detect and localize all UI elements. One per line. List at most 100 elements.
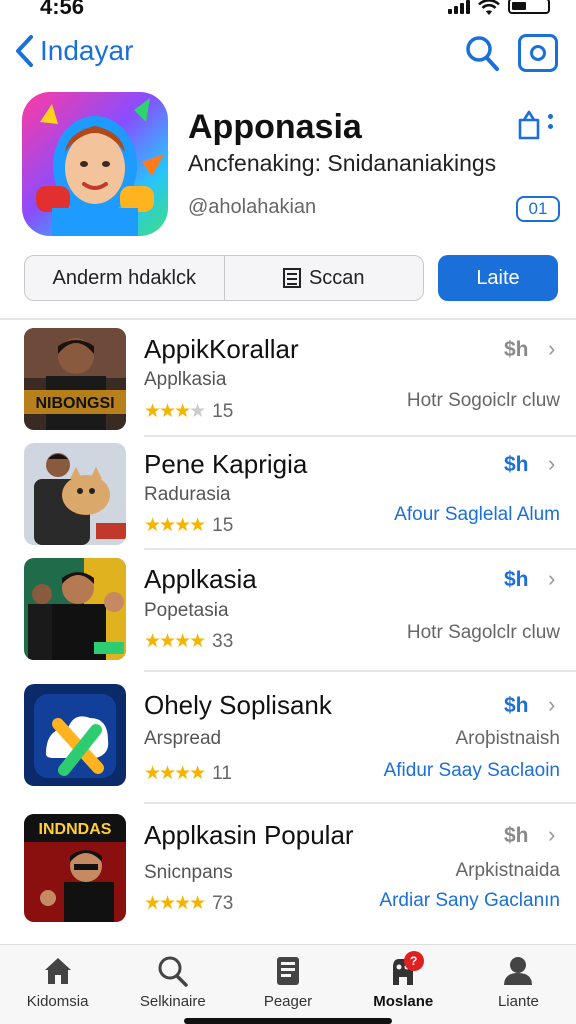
row-divider — [144, 802, 576, 804]
segment-control: Anderm hdaklck Sccan — [24, 255, 424, 301]
thumbnail-text: INDNDAS — [39, 821, 112, 838]
thumbnail-image — [24, 443, 126, 545]
app-icon — [22, 92, 168, 236]
wifi-icon — [478, 0, 500, 15]
tab-label: Peager — [263, 993, 313, 1010]
cellular-signal-icon — [448, 0, 470, 14]
chevron-left-icon — [16, 35, 33, 67]
item-title: AppikKorallar — [144, 334, 299, 364]
price-label: $h — [504, 824, 529, 847]
item-title: Ohely Soplisank — [144, 690, 332, 720]
search-icon — [466, 36, 499, 71]
price-label: $h — [504, 694, 529, 717]
tab-games[interactable]: ? Moslane — [346, 945, 461, 1024]
tab-bar: Kidomsia Selkinaire Peager ? Moslane Lia… — [0, 944, 576, 1024]
price-label: $h — [504, 338, 529, 361]
item-title: Applkasin Popular — [144, 820, 354, 850]
chevron-right-icon: › — [548, 336, 556, 361]
more-dot — [548, 124, 553, 129]
scan-button[interactable] — [518, 34, 558, 72]
scan-icon — [530, 45, 546, 61]
segment-scan-button[interactable]: Sccan — [223, 256, 424, 300]
rating-count: 33 — [212, 630, 234, 652]
item-subtitle: Popetasia — [144, 600, 229, 621]
tab-home[interactable]: Kidomsia — [0, 945, 115, 1024]
item-note: Hotr Sagolclr cluw — [406, 622, 560, 643]
item-title: Applkasia — [144, 564, 257, 594]
list-item[interactable]: Pene Kaprigia Radurasia ★★★ ★ 15 $h › Afou… — [0, 437, 576, 555]
search-button[interactable] — [464, 34, 500, 77]
segment-scan-label: Sccan — [308, 266, 365, 289]
tab-pages[interactable]: Peager — [230, 945, 345, 1024]
chevron-right-icon: › — [548, 822, 556, 847]
app-title: Apponasia — [188, 108, 362, 146]
status-time: 4:56 — [40, 0, 85, 19]
search-icon — [158, 956, 188, 987]
item-note-secondary: Aroþistnaish — [455, 728, 560, 749]
divider — [0, 318, 576, 320]
price-label: $h — [504, 453, 529, 476]
person-icon — [504, 957, 533, 985]
item-note: Hotr Sogoiclr cluw — [406, 390, 560, 411]
segment-left-label: Anderm hdaklck — [52, 266, 196, 289]
rating-stars: ★★★ ★ 15 — [144, 400, 234, 423]
thumbnail-image: NIBONGSI — [24, 328, 126, 430]
item-note[interactable]: Ardiar Sany Gaclanın — [379, 890, 560, 912]
rating-count: 15 — [212, 514, 234, 536]
notification-badge: ? — [403, 951, 424, 971]
battery-icon — [508, 0, 550, 14]
tab-profile[interactable]: Liante — [461, 945, 576, 1024]
row-divider — [144, 670, 576, 672]
tab-search[interactable]: Selkinaire — [115, 945, 230, 1024]
tab-label: Moslane — [373, 993, 434, 1010]
bag-icon — [518, 110, 540, 140]
rating-stars: ★★★ ★ 11 — [144, 762, 232, 785]
rating-stars: ★★★ ★ 73 — [144, 892, 234, 915]
item-subtitle: Radurasia — [144, 484, 231, 505]
document-icon — [277, 957, 299, 985]
rating-count: 11 — [212, 762, 232, 784]
more-dot — [548, 114, 553, 119]
home-indicator — [184, 1018, 392, 1024]
rating-stars: ★★★ ★ 15 — [144, 514, 234, 537]
thumbnail-image — [24, 558, 126, 660]
status-icons — [448, 0, 550, 16]
chevron-right-icon: › — [548, 692, 556, 717]
item-note[interactable]: Afour Saglelal Alum — [394, 504, 560, 526]
item-note[interactable]: Afidur Saay Saclaoin — [384, 760, 560, 782]
row-divider — [144, 548, 576, 550]
nav-bar: Indayar — [0, 30, 576, 80]
back-button[interactable]: Indayar — [14, 34, 133, 68]
list-icon — [282, 268, 301, 288]
rating-count: 15 — [212, 400, 234, 422]
segment-left-button[interactable]: Anderm hdaklck — [25, 256, 224, 300]
home-icon — [44, 958, 71, 984]
more-button[interactable] — [548, 114, 553, 129]
chevron-right-icon: › — [548, 451, 556, 476]
tab-label: Selkinaire — [139, 993, 206, 1010]
item-title: Pene Kaprigia — [144, 449, 308, 479]
tab-label: Kidomsia — [26, 993, 89, 1010]
rating-stars: ★★★ ★ 33 — [144, 630, 234, 653]
share-button[interactable] — [516, 110, 542, 145]
app-subtitle: Ancfenaking: Snidananiakings — [188, 150, 497, 176]
thumbnail-text: NIBONGSI — [35, 395, 114, 412]
count-badge[interactable]: 01 — [516, 196, 560, 222]
item-subtitle: Snicnpans — [144, 862, 233, 883]
primary-button[interactable]: Laite — [438, 255, 558, 301]
item-subtitle: Arspread — [144, 728, 222, 749]
thumbnail-image: INDNDAS — [24, 814, 126, 922]
app-handle: @aholahakian — [188, 196, 317, 218]
list-item[interactable]: Ohely Soplisank Arspread ★★★ ★ 11 $h › Aro… — [0, 678, 576, 804]
back-label: Indayar — [40, 35, 134, 66]
item-subtitle: Applkasia — [144, 369, 227, 390]
thumbnail-image — [24, 684, 126, 786]
item-note-secondary: Arpkistnaida — [455, 860, 560, 881]
list-item[interactable]: NIBONGSI AppikKorallar Applkasia ★★★ ★ 15 … — [0, 322, 576, 440]
price-label: $h — [504, 568, 529, 591]
list-item[interactable]: Applkasia Popetasia ★★★ ★ 33 $h › Hotr Sag… — [0, 552, 576, 672]
rating-count: 73 — [212, 892, 234, 914]
status-bar: 4:56 — [0, 0, 576, 22]
list-item[interactable]: INDNDAS Applkasin Popular Snicnpans ★★★ ★… — [0, 808, 576, 926]
tab-label: Liante — [497, 993, 539, 1010]
